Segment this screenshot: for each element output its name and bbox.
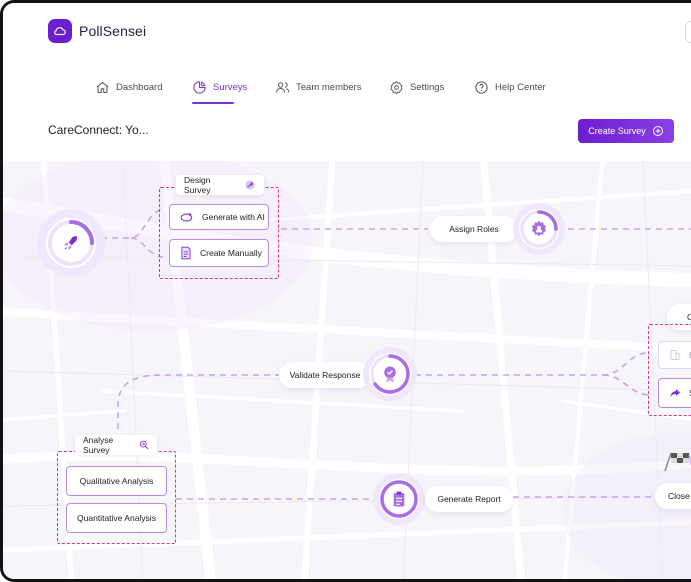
create-manually-option[interactable]: Create Manually xyxy=(169,239,269,267)
right-group-text: C xyxy=(687,312,691,322)
validate-response-node[interactable] xyxy=(363,347,417,401)
active-tab-indicator xyxy=(192,102,234,104)
design-survey-label: Design Survey xyxy=(176,175,264,195)
nav-help-center[interactable]: Help Center xyxy=(474,80,546,95)
assign-roles-pill[interactable]: Assign Roles xyxy=(430,216,518,242)
qualitative-analysis-option[interactable]: Qualitative Analysis xyxy=(66,466,167,496)
nav-dashboard[interactable]: Dashboard xyxy=(95,80,162,95)
option-label: Quantitative Analysis xyxy=(77,513,156,523)
start-node[interactable] xyxy=(37,209,105,277)
nav-team-members[interactable]: Team members xyxy=(275,80,361,95)
analyse-survey-label: Analyse Survey xyxy=(75,435,157,455)
option-label: Create Manually xyxy=(200,248,262,258)
users-icon xyxy=(276,82,290,93)
validate-response-pill[interactable]: Validate Response xyxy=(279,362,371,388)
nav-surveys[interactable]: Surveys xyxy=(192,80,247,95)
assign-roles-node[interactable] xyxy=(513,203,565,255)
gear-icon xyxy=(390,81,403,95)
quantitative-analysis-option[interactable]: Quantitative Analysis xyxy=(66,503,167,533)
profile-stub[interactable] xyxy=(685,21,691,43)
progress-ring xyxy=(520,210,558,248)
app-window: PollSensei Dashboard Surveys Team member… xyxy=(0,0,691,582)
validate-response-text: Validate Response xyxy=(289,370,361,380)
survey-flow-map: Design Survey Generate with AI Create Ma… xyxy=(3,161,691,579)
nav-label: Settings xyxy=(410,82,445,93)
checkered-flag-icon xyxy=(664,452,691,472)
nav-label: Dashboard xyxy=(116,82,163,93)
pie-chart-icon xyxy=(193,81,206,94)
right-option-bu[interactable]: Bu xyxy=(658,341,691,369)
option-label: Qualitative Analysis xyxy=(79,476,154,486)
design-survey-text: Design Survey xyxy=(184,175,211,195)
share-icon xyxy=(670,389,680,397)
analyse-survey-text: Analyse Survey xyxy=(83,435,114,455)
ai-sparkle-icon xyxy=(180,212,193,222)
right-option-s[interactable]: S xyxy=(658,378,691,408)
help-circle-icon xyxy=(475,81,488,94)
top-bar: PollSensei xyxy=(3,3,691,62)
home-icon xyxy=(96,82,109,93)
building-icon xyxy=(670,350,680,360)
nav-label: Team members xyxy=(296,82,362,93)
page-title: CareConnect: Yo... xyxy=(48,123,149,137)
progress-ring xyxy=(380,480,418,518)
logo[interactable]: PollSensei xyxy=(48,19,146,43)
app-name: PollSensei xyxy=(79,23,147,39)
nav-label: Help Center xyxy=(495,82,546,93)
close-survey-pill[interactable]: Close S xyxy=(655,483,691,509)
option-label: Generate with AI xyxy=(202,212,265,222)
progress-ring xyxy=(370,354,410,394)
main-nav: Dashboard Surveys Team members Settings … xyxy=(3,61,691,113)
logo-cloud-icon xyxy=(48,19,72,43)
generate-report-pill[interactable]: Generate Report xyxy=(425,486,513,512)
progress-ring xyxy=(48,220,94,266)
generate-with-ai-option[interactable]: Generate with AI xyxy=(169,204,269,230)
create-survey-button[interactable]: Create Survey xyxy=(578,119,674,143)
nav-settings[interactable]: Settings xyxy=(389,80,444,95)
magic-icon xyxy=(245,180,255,190)
create-survey-label: Create Survey xyxy=(588,126,646,136)
document-icon xyxy=(181,246,191,260)
generate-report-node[interactable] xyxy=(373,473,425,525)
nav-label: Surveys xyxy=(213,82,248,93)
plus-circle-icon xyxy=(652,126,663,136)
close-survey-text: Close S xyxy=(668,491,691,501)
assign-roles-text: Assign Roles xyxy=(449,224,499,234)
generate-report-text: Generate Report xyxy=(437,494,501,504)
magnify-chart-icon xyxy=(139,440,149,450)
